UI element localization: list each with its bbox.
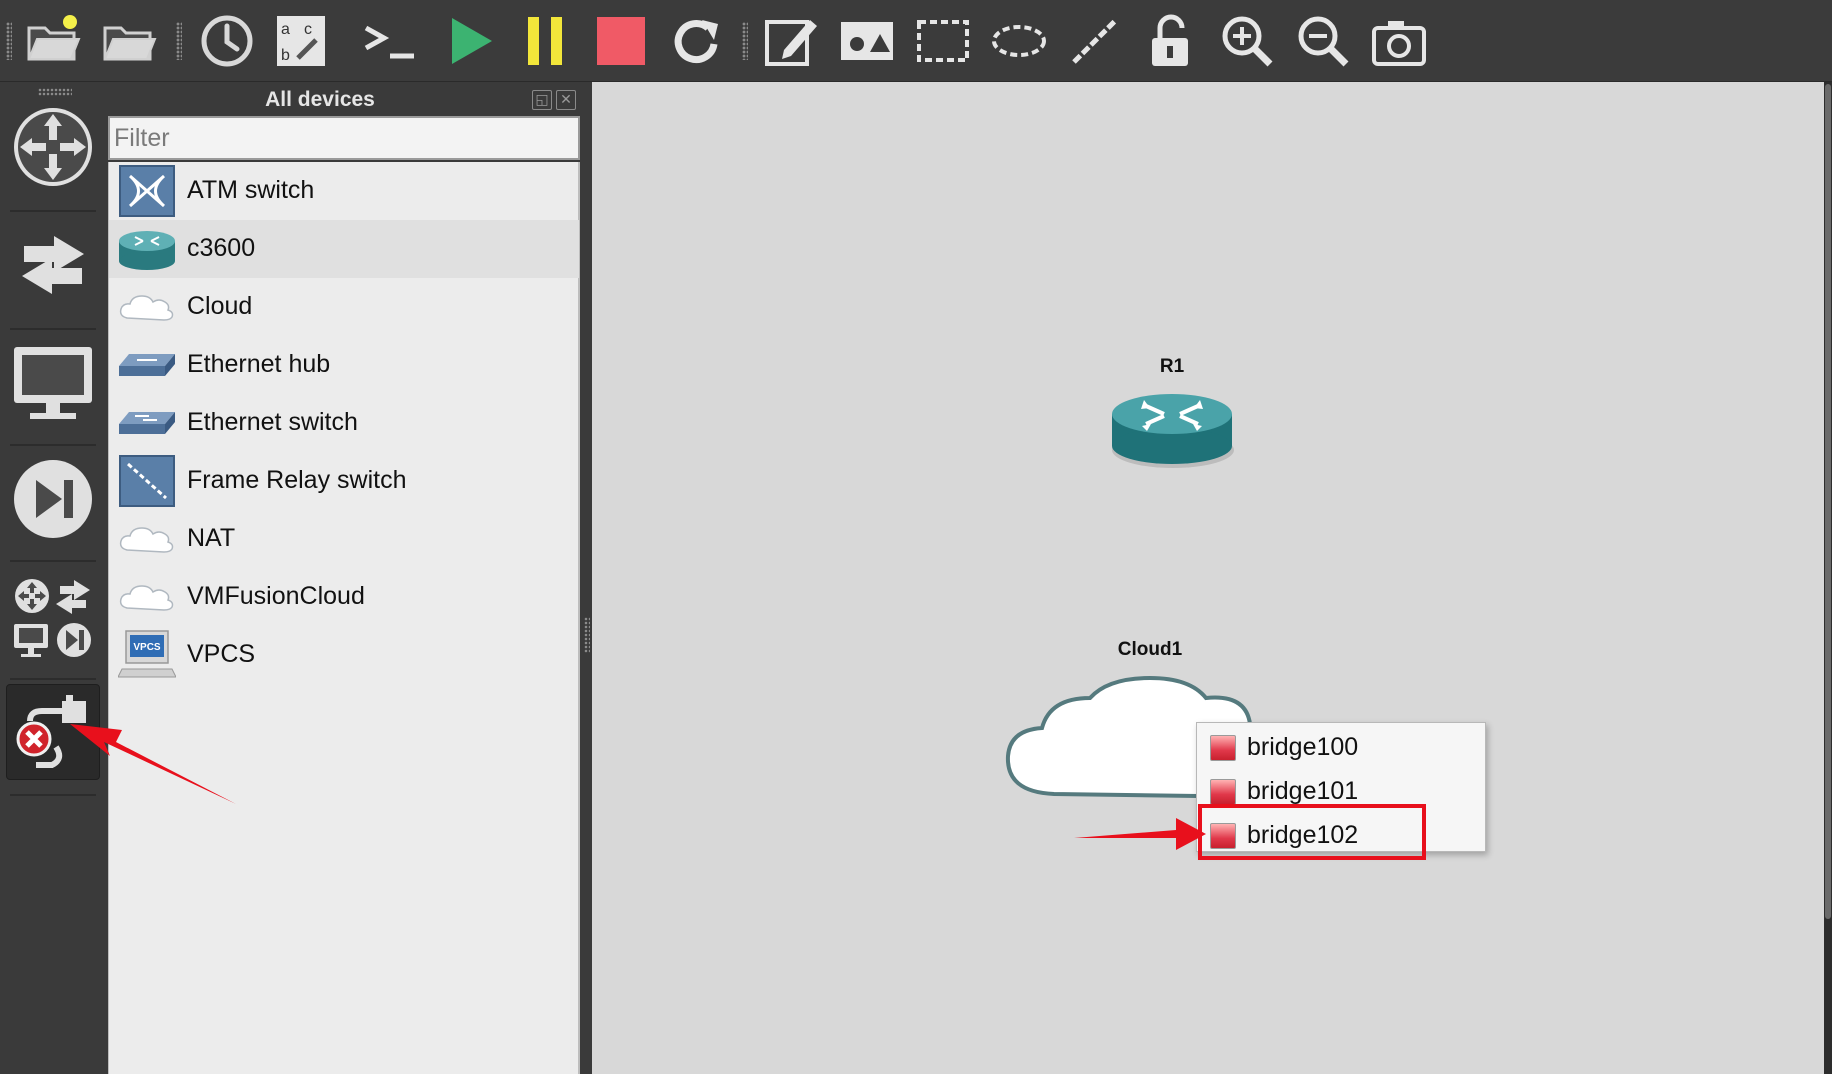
snapshot-clock-icon[interactable] <box>194 8 260 74</box>
browse-security-devices-icon[interactable] <box>6 454 100 544</box>
node-label-r1: R1 <box>1159 356 1185 377</box>
frame-relay-switch-icon <box>117 454 177 508</box>
device-type-dock <box>0 82 108 1074</box>
devices-panel: All devices ◱ ✕ ATM switch c3600 Cloud <box>108 82 582 1074</box>
device-label: Frame Relay switch <box>187 466 407 494</box>
start-all-icon[interactable] <box>436 8 502 74</box>
browse-switches-icon[interactable] <box>6 222 100 308</box>
draw-line-icon[interactable] <box>1062 8 1128 74</box>
draw-rectangle-icon[interactable] <box>910 8 976 74</box>
draw-ellipse-icon[interactable] <box>986 8 1052 74</box>
zoom-out-icon[interactable] <box>1290 8 1356 74</box>
cloud-icon <box>117 280 177 334</box>
svg-text:c: c <box>304 21 312 38</box>
interface-down-icon <box>1210 779 1236 805</box>
node-label-cloud1: Cloud1 <box>1117 639 1183 660</box>
menu-item-bridge100[interactable]: bridge100 <box>1197 725 1485 769</box>
device-item-cloud[interactable]: Cloud <box>109 278 579 336</box>
screenshot-icon[interactable] <box>1366 8 1432 74</box>
interface-down-icon <box>1210 735 1236 761</box>
device-item-vpcs[interactable]: VPCS VPCS <box>109 626 579 684</box>
vpcs-icon: VPCS <box>117 628 177 682</box>
svg-text:a: a <box>281 21 290 38</box>
menu-item-bridge101[interactable]: bridge101 <box>1197 769 1485 813</box>
router-node-r1[interactable] <box>1110 388 1236 474</box>
main-toolbar: acb <box>0 0 1832 82</box>
browse-all-devices-icon[interactable] <box>6 570 100 664</box>
open-project-icon[interactable] <box>96 8 162 74</box>
add-link-icon[interactable] <box>6 684 100 780</box>
device-label: Cloud <box>187 292 253 320</box>
ethernet-hub-icon <box>117 338 177 392</box>
show-interface-labels-icon[interactable]: acb <box>268 8 334 74</box>
device-label: Ethernet switch <box>187 408 358 436</box>
device-label: NAT <box>187 524 236 552</box>
device-item-vmfusioncloud[interactable]: VMFusionCloud <box>109 568 579 626</box>
device-label: VMFusionCloud <box>187 582 365 610</box>
menu-item-label: bridge101 <box>1247 777 1359 805</box>
atm-switch-icon <box>117 164 177 218</box>
svg-text:b: b <box>281 47 290 64</box>
device-list: ATM switch c3600 Cloud Ethernet hub Ethe… <box>108 162 580 1074</box>
device-item-frame-relay-switch[interactable]: Frame Relay switch <box>109 452 579 510</box>
interface-down-icon <box>1210 823 1236 849</box>
lock-items-icon[interactable] <box>1138 8 1204 74</box>
device-item-ethernet-switch[interactable]: Ethernet switch <box>109 394 579 452</box>
device-label: VPCS <box>187 640 256 668</box>
interface-context-menu: bridge100 bridge101 bridge102 <box>1196 722 1486 852</box>
device-label: Ethernet hub <box>187 350 331 378</box>
stop-all-icon[interactable] <box>588 8 654 74</box>
device-item-atm-switch[interactable]: ATM switch <box>109 162 579 220</box>
device-item-nat[interactable]: NAT <box>109 510 579 568</box>
ethernet-switch-icon <box>117 396 177 450</box>
device-item-ethernet-hub[interactable]: Ethernet hub <box>109 336 579 394</box>
browse-routers-icon[interactable] <box>6 104 100 190</box>
menu-item-label: bridge102 <box>1247 821 1359 849</box>
reload-all-icon[interactable] <box>664 8 730 74</box>
device-item-c3600[interactable]: c3600 <box>109 220 579 278</box>
cloud-icon <box>117 512 177 566</box>
console-all-icon[interactable] <box>356 8 422 74</box>
scrollbar-thumb[interactable] <box>1825 84 1831 919</box>
topology-canvas[interactable] <box>592 82 1824 1074</box>
device-label: c3600 <box>187 234 256 262</box>
zoom-in-icon[interactable] <box>1214 8 1280 74</box>
float-panel-icon[interactable]: ◱ <box>532 90 552 110</box>
router-icon <box>117 222 177 276</box>
devices-panel-title: All devices <box>265 88 375 111</box>
device-label: ATM switch <box>187 176 315 204</box>
menu-item-bridge102[interactable]: bridge102 <box>1197 813 1485 857</box>
toolbar-grip[interactable] <box>6 22 12 60</box>
dock-grip[interactable] <box>38 88 72 96</box>
insert-picture-icon[interactable] <box>834 8 900 74</box>
cloud-icon <box>117 570 177 624</box>
menu-item-label: bridge100 <box>1247 733 1359 761</box>
close-panel-icon[interactable]: ✕ <box>556 90 576 110</box>
svg-text:VPCS: VPCS <box>133 642 161 653</box>
new-project-icon[interactable] <box>20 8 86 74</box>
suspend-all-icon[interactable] <box>512 8 578 74</box>
add-note-icon[interactable] <box>758 8 824 74</box>
device-filter-input[interactable] <box>108 116 580 160</box>
browse-end-devices-icon[interactable] <box>6 338 100 428</box>
panel-splitter[interactable] <box>582 82 592 1074</box>
